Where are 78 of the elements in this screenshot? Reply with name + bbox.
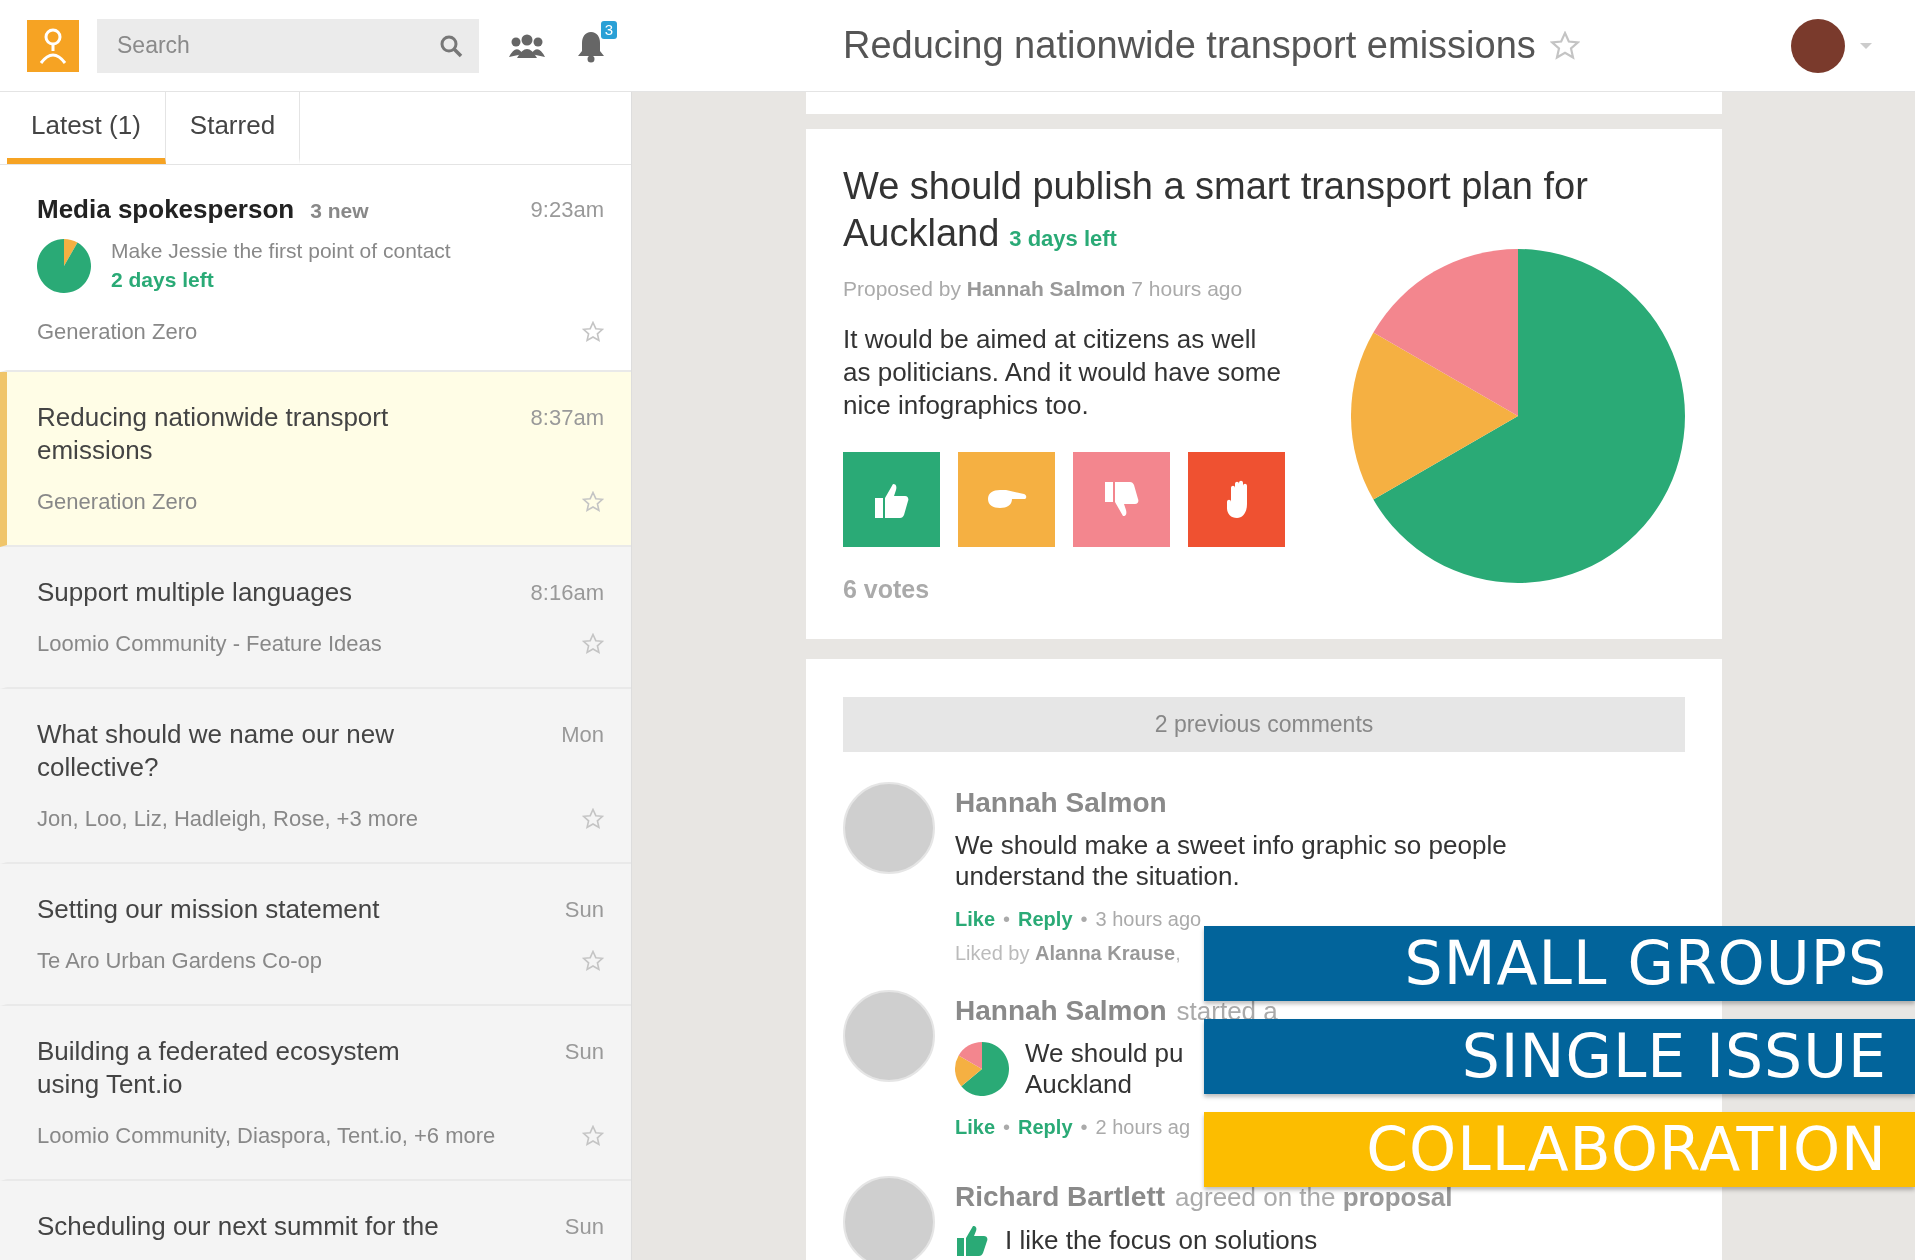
thread-group: Generation Zero bbox=[37, 485, 198, 518]
proposal-deadline: 2 days left bbox=[111, 266, 215, 293]
thread-time: Sun bbox=[564, 1213, 604, 1241]
pie-chart-icon bbox=[955, 1041, 1009, 1096]
proposal-title: We should publish a smart transport plan for bbox=[843, 165, 1588, 207]
thread-time: Mon bbox=[561, 721, 604, 749]
user-avatar[interactable] bbox=[1791, 18, 1845, 73]
separator-dot: • bbox=[1003, 906, 1011, 932]
comment-text: understand the situation. bbox=[955, 860, 1241, 892]
thumbs-up-icon bbox=[955, 1223, 989, 1258]
star-icon[interactable] bbox=[582, 1124, 604, 1147]
separator-dot: • bbox=[1080, 1114, 1088, 1140]
thread-time: 9:23am bbox=[530, 196, 604, 224]
thread-title: Setting our mission statement bbox=[37, 893, 380, 926]
notification-count: 3 bbox=[600, 20, 617, 39]
comment-time: 3 hours ago bbox=[1095, 906, 1202, 932]
thread-group: Generation Zero bbox=[37, 315, 198, 348]
thread-item[interactable]: Reducing nationwide transport emissions 8:37am Generation Zero bbox=[0, 372, 631, 547]
thread-title: What should we name our new collective? bbox=[37, 718, 395, 784]
star-icon[interactable] bbox=[582, 490, 604, 513]
caret-icon[interactable] bbox=[1859, 41, 1873, 50]
thread-item[interactable]: Scheduling our next summit for the Sun bbox=[0, 1181, 631, 1260]
comment-text: We should pu bbox=[1025, 1037, 1184, 1069]
logo-icon[interactable] bbox=[27, 19, 79, 72]
thread-title: Scheduling our next summit for the bbox=[37, 1210, 439, 1243]
vote-button[interactable] bbox=[958, 451, 1055, 547]
proposal-byline: Proposed by Hannah Salmon 7 hours ago bbox=[843, 276, 1244, 302]
thread-group: Loomio Community - Feature Ideas bbox=[37, 627, 382, 660]
page-title: Reducing nationwide transport emissions bbox=[843, 23, 1536, 68]
thread-title: Support multiple languages bbox=[37, 576, 353, 609]
comment-text: Auckland bbox=[1025, 1068, 1133, 1100]
thread-item[interactable]: What should we name our new collective? Mon Jon, Loo, Liz, Hadleigh, Rose, +3 more bbox=[0, 689, 631, 864]
search-icon[interactable] bbox=[439, 33, 463, 58]
vote-button[interactable] bbox=[1073, 451, 1170, 547]
thread-title: Reducing nationwide transport emissions bbox=[37, 401, 390, 467]
comment-author: Hannah Salmon bbox=[955, 994, 1167, 1026]
search-field[interactable]: Search bbox=[97, 18, 479, 73]
comment-time: 2 hours ag bbox=[1095, 1114, 1191, 1140]
thread-title: Building a federated ecosystem using Tent.io bbox=[37, 1035, 401, 1101]
thread-item[interactable]: Setting our mission statement Sun Te Aro Urban Gardens Co-op bbox=[0, 864, 631, 1006]
new-count: 3 new bbox=[310, 198, 369, 224]
thread-time: 8:37am bbox=[530, 404, 604, 432]
comment-author: Richard Bartlett bbox=[955, 1180, 1166, 1212]
star-icon[interactable] bbox=[582, 807, 604, 830]
separator-dot: • bbox=[1003, 1114, 1011, 1140]
star-icon[interactable] bbox=[1549, 30, 1580, 61]
thread-time: 8:16am bbox=[530, 579, 604, 607]
thread-title: Media spokesperson bbox=[37, 193, 295, 226]
thread-item[interactable]: Support multiple languages 8:16am Loomio Community - Feature Ideas bbox=[0, 547, 631, 689]
banner: SMALL GROUPS bbox=[1204, 926, 1915, 1001]
comment-text: We should make a sweet info graphic so people bbox=[955, 829, 1507, 861]
proposal-title: Make Jessie the first point of contact bbox=[111, 237, 451, 264]
thumbs-down-icon bbox=[1103, 480, 1140, 518]
separator-dot: • bbox=[1080, 906, 1088, 932]
banner: SINGLE ISSUE bbox=[1204, 1019, 1915, 1094]
thread-time: Sun bbox=[564, 1038, 604, 1066]
tab[interactable]: Starred bbox=[165, 92, 301, 164]
star-icon[interactable] bbox=[582, 320, 604, 343]
vote-count: 6 votes bbox=[843, 573, 931, 605]
star-icon[interactable] bbox=[582, 632, 604, 655]
comment-author: Hannah Salmon bbox=[955, 786, 1167, 818]
thread-item[interactable]: Building a federated ecosystem using Tent.io Sun Loomio Community, Diaspora, Tent.io, +6 more bbox=[0, 1006, 631, 1181]
proposal-description: It would be aimed at citizens as well as politicians. And it would have some nice infographics too. bbox=[843, 322, 1282, 422]
thread-group: Loomio Community, Diaspora, Tent.io, +6 more bbox=[37, 1119, 496, 1152]
comment-text: I like the focus on solutions bbox=[1005, 1225, 1318, 1256]
raised-hand-icon bbox=[1225, 479, 1248, 519]
vote-button[interactable] bbox=[1188, 451, 1285, 547]
thread-group: Jon, Loo, Liz, Hadleigh, Rose, +3 more bbox=[37, 802, 418, 835]
pie-chart-icon bbox=[37, 238, 91, 293]
proposal-title: Auckland bbox=[843, 212, 1000, 254]
vote-button[interactable] bbox=[843, 451, 940, 547]
thread-time: Sun bbox=[564, 896, 604, 924]
banner: COLLABORATION bbox=[1204, 1112, 1915, 1187]
thread-group: Te Aro Urban Gardens Co-op bbox=[37, 944, 322, 977]
proposal-deadline: 3 days left bbox=[1009, 226, 1117, 251]
star-icon[interactable] bbox=[582, 949, 604, 972]
thread-item[interactable]: Media spokesperson 3 new 9:23am Make Jessie the first point of contact 2 days left Generation Zero bbox=[0, 165, 631, 372]
pointing-hand-icon bbox=[986, 489, 1027, 509]
